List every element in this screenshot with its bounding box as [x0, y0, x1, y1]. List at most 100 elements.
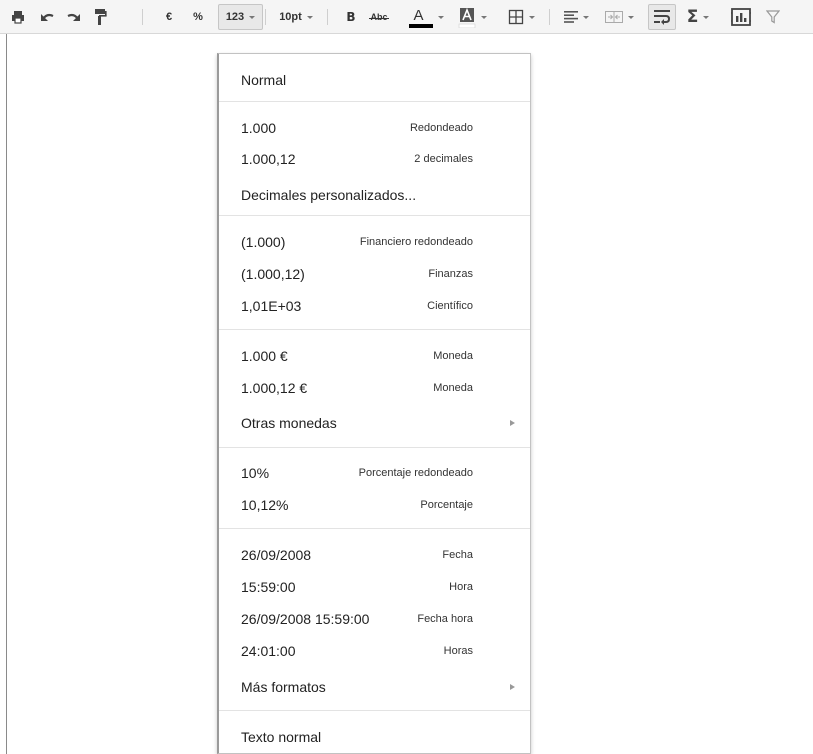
print-icon	[10, 9, 26, 25]
menu-item-custom-decimals[interactable]: Decimales personalizados...	[219, 180, 530, 210]
menu-item-label: Normal	[241, 72, 287, 88]
chevron-down-icon	[627, 16, 634, 19]
chevron-down-icon	[249, 16, 256, 19]
font-size-dropdown[interactable]: 10pt	[270, 4, 322, 30]
text-color-label: A	[413, 7, 424, 24]
paint-format-button[interactable]	[89, 4, 111, 30]
percent-format-button[interactable]: %	[189, 4, 207, 30]
print-button[interactable]	[6, 4, 30, 30]
menu-item-label: 10,12%	[241, 497, 289, 513]
merge-cells-icon	[604, 11, 623, 23]
chevron-down-icon	[437, 16, 444, 19]
menu-item-hint: 2 decimales	[414, 153, 473, 165]
toolbar-separator	[142, 9, 143, 25]
chevron-down-icon	[703, 16, 710, 19]
menu-item-label: 1.000 €	[241, 348, 288, 364]
undo-button[interactable]	[35, 4, 59, 30]
menu-item-hint: Financiero redondeado	[359, 236, 473, 248]
undo-icon	[38, 10, 56, 24]
menu-item-label: 24:01:00	[241, 643, 296, 659]
menu-item-hint: Horas	[443, 645, 473, 657]
menu-item-hint: Hora	[449, 581, 473, 593]
strikethrough-button[interactable]: Abc	[365, 4, 393, 30]
menu-item-normal[interactable]: Normal	[219, 65, 530, 95]
menu-item-other-currencies[interactable]: Otras monedas	[219, 408, 530, 438]
toolbar-separator	[327, 9, 328, 25]
fill-color-dropdown[interactable]	[452, 4, 492, 30]
chart-icon	[731, 8, 751, 26]
chevron-down-icon	[306, 16, 313, 19]
font-size-label: 10pt	[279, 11, 302, 23]
menu-item-date[interactable]: 26/09/2008 Fecha	[219, 540, 530, 570]
menu-item-hint: Porcentaje redondeado	[358, 467, 473, 479]
insert-chart-button[interactable]	[727, 4, 755, 30]
menu-item-label: Otras monedas	[241, 415, 337, 431]
align-left-icon	[563, 11, 578, 23]
menu-item-label: 1,01E+03	[241, 298, 302, 314]
menu-separator	[219, 528, 530, 529]
menu-item-time[interactable]: 15:59:00 Hora	[219, 572, 530, 602]
menu-item-label: (1.000)	[241, 234, 286, 250]
toolbar-separator	[265, 9, 266, 25]
chevron-down-icon	[480, 16, 487, 19]
submenu-arrow-icon	[510, 684, 515, 690]
menu-item-percent-rounded[interactable]: 10% Porcentaje redondeado	[219, 458, 530, 488]
strikethrough-label: Abc	[370, 12, 388, 22]
menu-item-two-decimals[interactable]: 1.000,12 2 decimales	[219, 144, 530, 174]
menu-item-currency[interactable]: 1.000,12 € Moneda	[219, 373, 530, 403]
spreadsheet-app: € % 123 10pt B Abc A Σ Normal 1.000 Redo…	[0, 0, 813, 754]
menu-item-label: 26/09/2008 15:59:00	[241, 611, 370, 627]
redo-button[interactable]	[62, 4, 86, 30]
menu-item-hint: Porcentaje	[420, 499, 473, 511]
wrap-text-icon	[653, 9, 671, 25]
menu-separator	[219, 101, 530, 102]
menu-item-label: 1.000	[241, 120, 277, 136]
menu-item-datetime[interactable]: 26/09/2008 15:59:00 Fecha hora	[219, 604, 530, 634]
chevron-down-icon	[528, 16, 535, 19]
functions-dropdown[interactable]: Σ	[680, 4, 716, 30]
filter-button[interactable]	[760, 4, 786, 30]
menu-item-label: Más formatos	[241, 679, 326, 695]
submenu-arrow-icon	[510, 420, 515, 426]
menu-item-percent[interactable]: 10,12% Porcentaje	[219, 490, 530, 520]
menu-item-hint: Moneda	[433, 350, 473, 362]
menu-item-hint: Científico	[427, 300, 473, 312]
menu-item-financial[interactable]: (1.000,12) Finanzas	[219, 259, 530, 289]
toolbar-separator	[549, 9, 550, 25]
menu-separator	[219, 447, 530, 448]
strike-line	[369, 18, 389, 19]
text-color-dropdown[interactable]: A	[404, 4, 448, 30]
currency-format-button[interactable]: €	[160, 4, 178, 30]
menu-item-hint: Fecha	[442, 549, 473, 561]
menu-item-more-formats[interactable]: Más formatos	[219, 672, 530, 702]
number-format-dropdown[interactable]: 123	[218, 4, 263, 30]
menu-item-scientific[interactable]: 1,01E+03 Científico	[219, 291, 530, 321]
menu-item-hint: Redondeado	[409, 122, 473, 134]
menu-item-currency-rounded[interactable]: 1.000 € Moneda	[219, 341, 530, 371]
filter-icon	[766, 10, 780, 24]
menu-item-label: Decimales personalizados...	[241, 187, 417, 203]
menu-item-duration[interactable]: 24:01:00 Horas	[219, 636, 530, 666]
sheet-left-border	[6, 34, 7, 754]
menu-item-financial-rounded[interactable]: (1.000) Financiero redondeado	[219, 227, 530, 257]
borders-icon	[508, 9, 524, 25]
align-dropdown[interactable]	[558, 4, 594, 30]
menu-item-label: 1.000,12 €	[241, 380, 308, 396]
wrap-text-button[interactable]	[648, 4, 676, 30]
menu-separator	[219, 215, 530, 216]
text-color-icon: A	[408, 6, 433, 28]
menu-separator	[219, 710, 530, 711]
menu-item-hint: Finanzas	[428, 268, 473, 280]
bold-button[interactable]: B	[341, 4, 361, 30]
borders-dropdown[interactable]	[498, 4, 544, 30]
fill-color-icon	[458, 6, 476, 28]
menu-item-hint: Moneda	[433, 382, 473, 394]
menu-item-hint: Fecha hora	[417, 613, 473, 625]
paint-roller-icon	[93, 8, 107, 26]
menu-item-plain-text[interactable]: Texto normal	[219, 722, 530, 752]
merge-cells-dropdown[interactable]	[597, 4, 641, 30]
menu-item-label: (1.000,12)	[241, 266, 305, 282]
menu-item-label: 10%	[241, 465, 270, 481]
toolbar: € % 123 10pt B Abc A Σ	[0, 0, 813, 34]
menu-item-rounded[interactable]: 1.000 Redondeado	[219, 113, 530, 143]
